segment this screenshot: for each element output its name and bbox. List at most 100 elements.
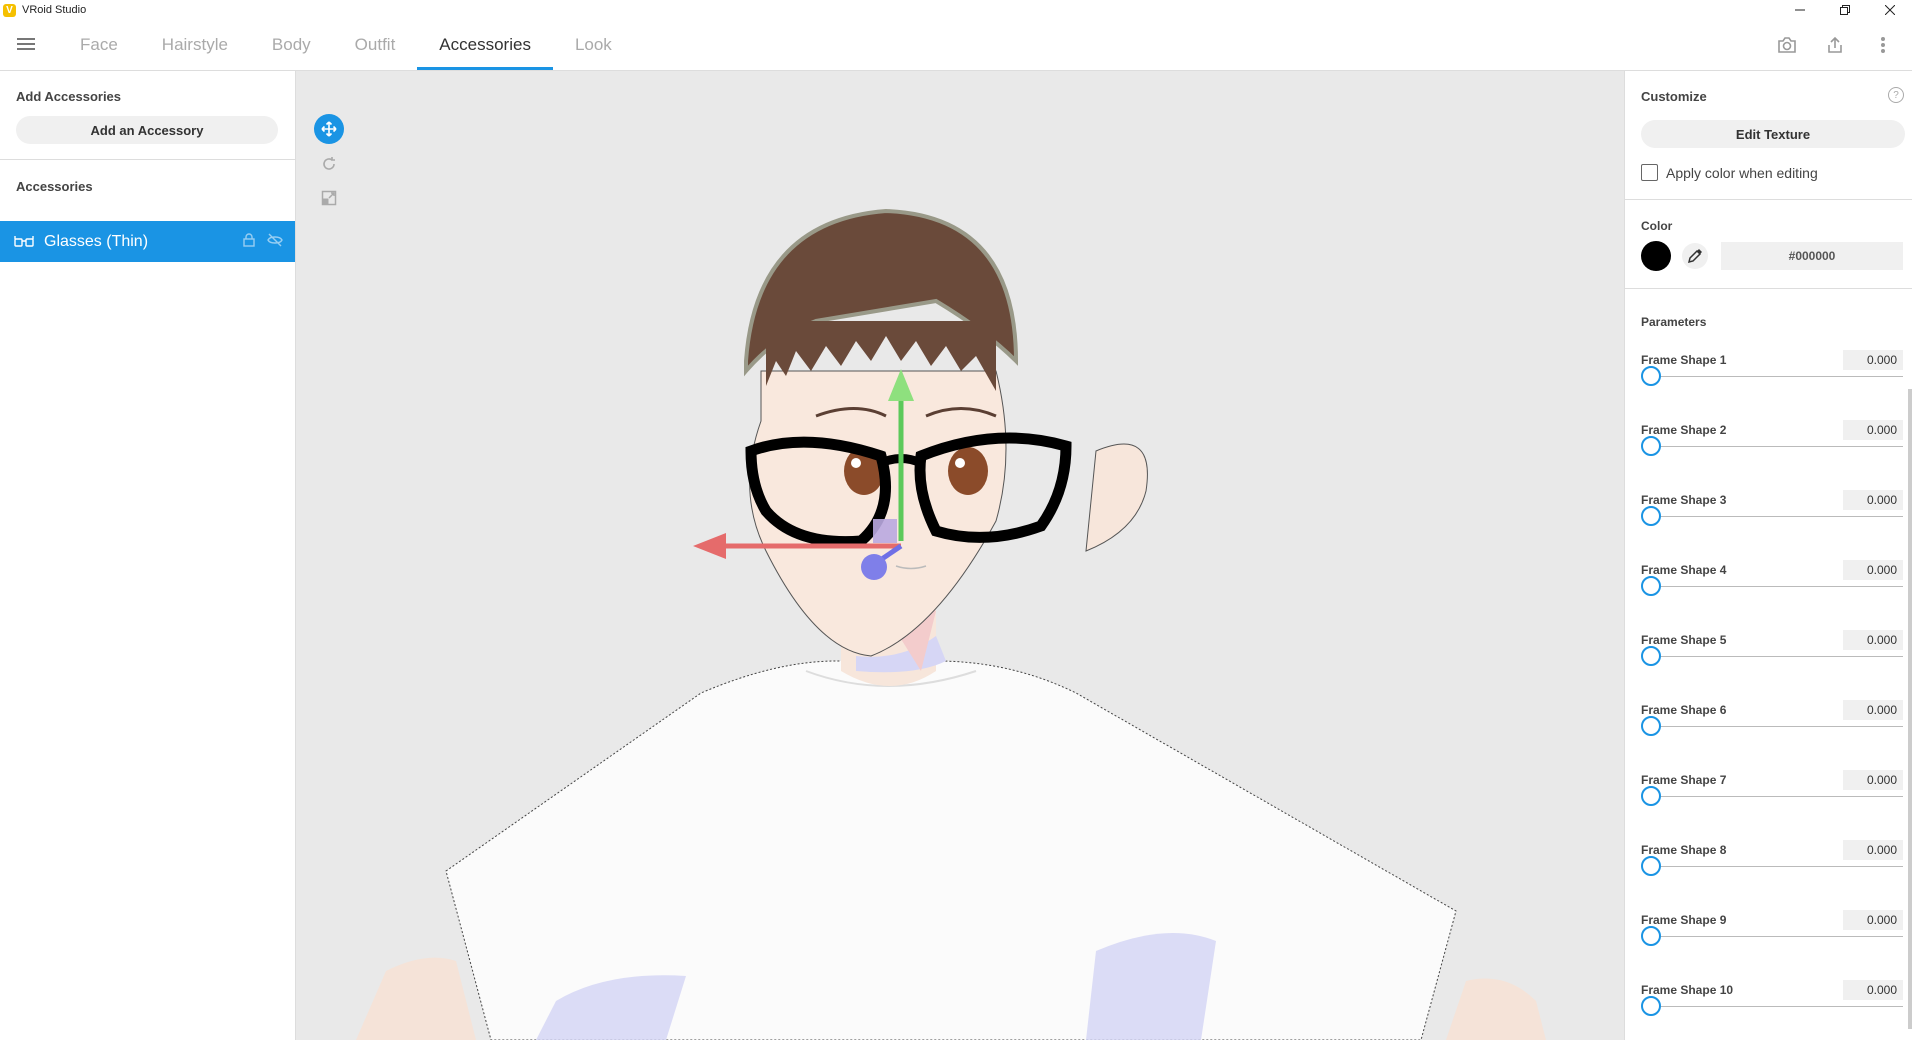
parameter-value-input[interactable]: 0.000 [1843,420,1903,440]
parameter-value-input[interactable]: 0.000 [1843,980,1903,1000]
glasses-icon [14,235,34,249]
divider [1625,288,1912,289]
parameter-slider-thumb[interactable] [1641,506,1661,526]
parameter-row: Frame Shape 8 0.000 [1641,840,1903,903]
parameter-label: Frame Shape 3 [1641,493,1727,507]
color-swatch[interactable] [1641,241,1671,271]
camera-icon[interactable] [1770,30,1804,60]
parameter-value-input[interactable]: 0.000 [1843,560,1903,580]
parameter-slider-track[interactable] [1651,516,1903,517]
parameter-label: Frame Shape 7 [1641,773,1727,787]
scrollbar[interactable] [1908,389,1912,1029]
parameter-row: Frame Shape 10 0.000 [1641,980,1903,1043]
color-hex-input[interactable]: #000000 [1721,242,1903,270]
help-icon[interactable]: ? [1888,87,1904,103]
parameter-row: Frame Shape 6 0.000 [1641,700,1903,763]
parameter-label: Frame Shape 9 [1641,913,1727,927]
lock-icon[interactable] [243,233,255,252]
parameter-slider-track[interactable] [1651,656,1903,657]
rotate-tool-icon[interactable] [314,149,344,179]
parameter-slider-track[interactable] [1651,726,1903,727]
tab-accessories[interactable]: Accessories [417,20,553,70]
parameter-slider-track[interactable] [1651,866,1903,867]
right-panel: Customize ? Edit Texture Apply color whe… [1624,71,1912,1040]
parameter-slider-thumb[interactable] [1641,436,1661,456]
color-heading: Color [1641,219,1673,233]
title-bar: V VRoid Studio [0,0,1912,20]
move-tool-icon[interactable] [314,114,344,144]
parameter-slider-track[interactable] [1651,936,1903,937]
add-accessory-button[interactable]: Add an Accessory [16,116,278,144]
app-logo-icon: V [3,3,16,17]
parameter-label: Frame Shape 10 [1641,983,1734,997]
tab-outfit[interactable]: Outfit [333,20,418,70]
parameter-value-input[interactable]: 0.000 [1843,490,1903,510]
export-icon[interactable] [1818,30,1852,60]
close-icon[interactable] [1867,0,1912,20]
customize-heading: Customize [1641,89,1707,104]
parameter-label: Frame Shape 8 [1641,843,1727,857]
parameter-slider-track[interactable] [1651,376,1903,377]
parameter-value-input[interactable]: 0.000 [1843,350,1903,370]
divider [1625,199,1912,200]
window-title: VRoid Studio [22,4,87,16]
parameters-heading: Parameters [1641,315,1707,329]
parameter-slider-thumb[interactable] [1641,926,1661,946]
parameter-value-input[interactable]: 0.000 [1843,630,1903,650]
parameter-slider-track[interactable] [1651,1006,1903,1007]
3d-viewport[interactable] [296,71,1624,1040]
scale-tool-icon[interactable] [314,183,344,213]
parameter-slider-thumb[interactable] [1641,646,1661,666]
parameter-row: Frame Shape 5 0.000 [1641,630,1903,693]
tab-face[interactable]: Face [58,20,140,70]
main-tabs: Face Hairstyle Body Outfit Accessories L… [58,20,634,70]
add-accessories-heading: Add Accessories [16,89,122,104]
accessory-list-item[interactable]: Glasses (Thin) [0,221,295,262]
tab-look[interactable]: Look [553,20,634,70]
parameter-row: Frame Shape 9 0.000 [1641,910,1903,973]
apply-color-checkbox[interactable] [1641,164,1658,181]
tab-hairstyle[interactable]: Hairstyle [140,20,250,70]
parameter-value-input[interactable]: 0.000 [1843,770,1903,790]
parameter-value-input[interactable]: 0.000 [1843,700,1903,720]
parameter-label: Frame Shape 5 [1641,633,1727,647]
top-actions [1770,30,1900,60]
apply-color-row: Apply color when editing [1641,164,1818,181]
visibility-off-icon[interactable] [267,233,283,252]
eyedropper-icon[interactable] [1682,243,1708,269]
avatar-render [356,208,1546,1040]
tab-body[interactable]: Body [250,20,333,70]
parameter-slider-thumb[interactable] [1641,786,1661,806]
accessories-heading: Accessories [16,179,93,194]
more-vert-icon[interactable] [1866,30,1900,60]
apply-color-label: Apply color when editing [1666,164,1818,181]
parameter-slider-thumb[interactable] [1641,856,1661,876]
parameter-value-input[interactable]: 0.000 [1843,910,1903,930]
accessory-item-actions [243,233,283,252]
parameter-slider-thumb[interactable] [1641,716,1661,736]
accessory-item-label: Glasses (Thin) [44,232,149,250]
left-panel: Add Accessories Add an Accessory Accesso… [0,71,296,1040]
parameter-slider-track[interactable] [1651,446,1903,447]
parameter-slider-track[interactable] [1651,796,1903,797]
window-controls [1777,0,1912,20]
hamburger-icon[interactable] [17,36,35,52]
parameter-slider-thumb[interactable] [1641,366,1661,386]
parameter-label: Frame Shape 2 [1641,423,1727,437]
parameter-slider-thumb[interactable] [1641,576,1661,596]
parameter-label: Frame Shape 6 [1641,703,1727,717]
parameter-row: Frame Shape 4 0.000 [1641,560,1903,623]
edit-texture-button[interactable]: Edit Texture [1641,120,1905,148]
menu-bar: Face Hairstyle Body Outfit Accessories L… [0,20,1912,71]
divider [0,159,295,160]
parameter-value-input[interactable]: 0.000 [1843,840,1903,860]
parameter-row: Frame Shape 2 0.000 [1641,420,1903,483]
restore-icon[interactable] [1822,0,1867,20]
parameter-row: Frame Shape 1 0.000 [1641,350,1903,413]
parameter-row: Frame Shape 3 0.000 [1641,490,1903,553]
parameter-slider-thumb[interactable] [1641,996,1661,1016]
parameter-slider-track[interactable] [1651,586,1903,587]
minimize-icon[interactable] [1777,0,1822,20]
parameter-row: Frame Shape 7 0.000 [1641,770,1903,833]
parameter-label: Frame Shape 4 [1641,563,1727,577]
